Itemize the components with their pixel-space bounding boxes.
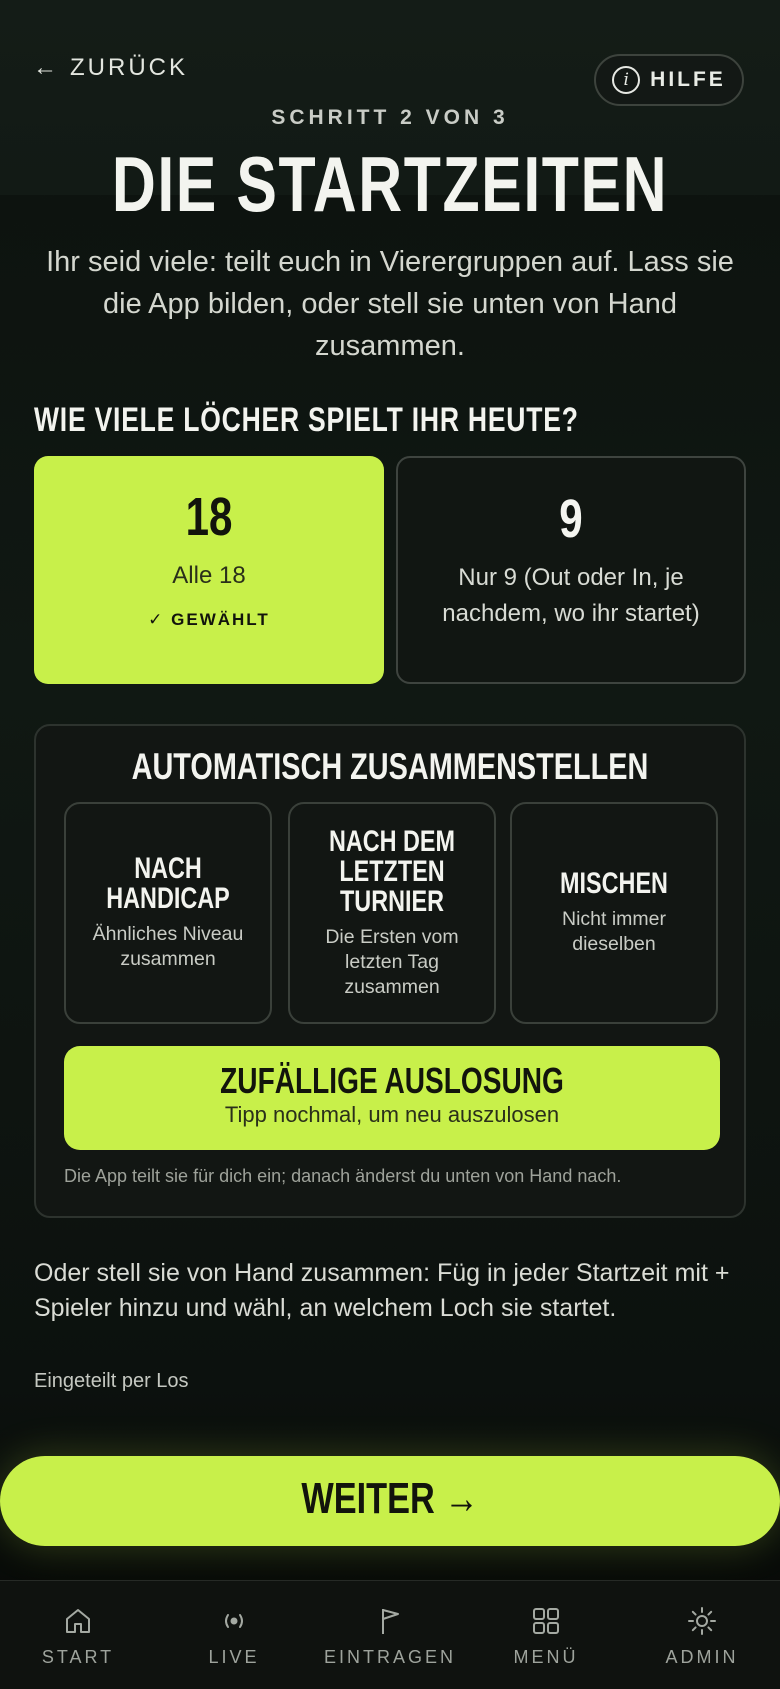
option-label: Alle 18: [172, 562, 246, 589]
intro-text: Ihr seid viele: teilt euch in Vierergrup…: [46, 246, 734, 362]
back-arrow-icon: ←: [33, 54, 60, 81]
nav-item-live[interactable]: LIVE: [156, 1581, 312, 1689]
method-title: NACH DEM LETZTEN TURNIER: [328, 824, 456, 918]
help-label: HILFE: [650, 68, 726, 91]
holes-question: WIE VIELE LÖCHER SPIELT IHR HEUTE?: [34, 401, 579, 439]
nav-label: LIVE: [208, 1647, 260, 1667]
method-by-handicap-button[interactable]: NACH HANDICAP Ähnliches Niveau zusammen: [64, 802, 272, 1024]
nav-label: EINTRAGEN: [323, 1647, 456, 1667]
page-title: DIE STARTZEITEN: [111, 140, 669, 228]
info-icon: i: [612, 66, 641, 94]
assignment-status: Eingeteilt per Los: [34, 1370, 189, 1392]
help-button[interactable]: i HILFE: [594, 54, 744, 106]
holes-option-9[interactable]: 9 Nur 9 (Out oder In, je nachdem, wo ihr…: [396, 456, 746, 684]
option-number: 18: [185, 487, 233, 547]
continue-button[interactable]: WEITER →: [0, 1456, 780, 1546]
back-label: ZURÜCK: [70, 54, 188, 81]
holes-option-18[interactable]: 18 Alle 18 ✓ GEWÄHLT: [34, 456, 384, 684]
method-title: MISCHEN: [560, 867, 668, 900]
nav-item-admin[interactable]: ADMIN: [624, 1581, 780, 1689]
live-icon: [225, 1614, 243, 1628]
method-by-last-tournament-button[interactable]: NACH DEM LETZTEN TURNIER Die Ersten vom …: [288, 802, 496, 1024]
home-icon: [66, 1609, 90, 1633]
flag-icon: [382, 1609, 399, 1634]
method-subtitle: Die Ersten vom letzten Tag zusammen: [325, 925, 459, 998]
method-subtitle: Nicht immer dieselben: [561, 908, 666, 955]
nav-label: MENÜ: [513, 1647, 579, 1667]
option-number: 9: [559, 489, 583, 549]
nav-label: ADMIN: [665, 1647, 739, 1667]
back-button[interactable]: ← ZURÜCK: [33, 54, 188, 82]
selected-badge: ✓ GEWÄHLT: [148, 610, 270, 629]
nav-item-start[interactable]: START: [0, 1581, 156, 1689]
random-draw-button[interactable]: ZUFÄLLIGE AUSLOSUNG Tipp nochmal, um neu…: [64, 1046, 720, 1150]
random-draw-subtitle: Tipp nochmal, um neu auszulosen: [224, 1102, 560, 1127]
method-mix-button[interactable]: MISCHEN Nicht immer dieselben: [510, 802, 718, 1024]
sun-gear-icon: [688, 1607, 716, 1635]
continue-label: WEITER →: [301, 1474, 479, 1523]
nav-item-eintragen[interactable]: EINTRAGEN: [312, 1581, 468, 1689]
method-title: NACH HANDICAP: [106, 852, 230, 915]
auto-assign-note: Die App teilt sie für dich ein; danach ä…: [64, 1166, 622, 1186]
nav-item-menu[interactable]: MENÜ: [468, 1581, 624, 1689]
grid-icon: [533, 1608, 559, 1634]
nav-label: START: [41, 1647, 115, 1667]
method-subtitle: Ähnliches Niveau zusammen: [92, 923, 244, 970]
step-indicator: SCHRITT 2 VON 3: [271, 106, 509, 129]
option-label: Nur 9 (Out oder In, je nachdem, wo ihr s…: [442, 564, 700, 627]
bottom-navigation: START LIVE EINTRAGEN MENÜ ADMIN: [0, 1580, 780, 1689]
random-draw-title: ZUFÄLLIGE AUSLOSUNG: [220, 1060, 564, 1101]
manual-instructions: Oder stell sie von Hand zusammen: Füg in…: [34, 1259, 730, 1322]
auto-assign-title: AUTOMATISCH ZUSAMMENSTELLEN: [131, 746, 649, 787]
auto-assign-panel: AUTOMATISCH ZUSAMMENSTELLEN NACH HANDICA…: [34, 724, 746, 1218]
